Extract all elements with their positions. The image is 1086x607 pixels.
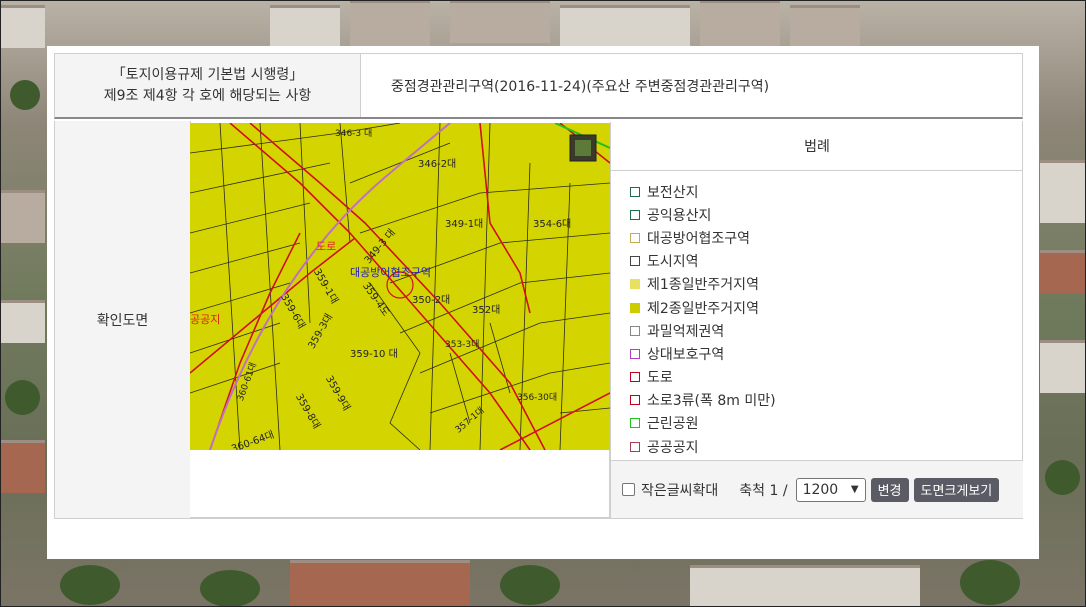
legend-title: 범례 <box>611 122 1023 171</box>
legend-item-label: 소로3류(폭 8m 미만) <box>647 393 776 410</box>
zone-label: 대공방어협조구역 <box>350 266 431 279</box>
regulation-row: 「토지이용규제 기본법 시행령」 제9조 제4항 각 호에 해당되는 사항 중점… <box>54 53 1023 119</box>
legend-swatch <box>630 395 640 406</box>
legend-item: 도시지역 <box>630 250 1023 273</box>
legend-item-label: 대공방어협조구역 <box>647 230 751 247</box>
legend-item-label: 제1종일반주거지역 <box>647 277 759 294</box>
scale-label: 축척 1 / <box>739 482 788 499</box>
legend-swatch <box>630 441 640 452</box>
legend-swatch <box>630 279 640 290</box>
legend-swatch <box>630 325 640 336</box>
legend-list: 보전산지공익용산지대공방어협조구역도시지역제1종일반주거지역제2종일반주거지역과… <box>611 171 1023 458</box>
legend-swatch <box>630 256 640 267</box>
legend-item: 소로3류(폭 8m 미만) <box>630 389 1023 412</box>
road-label: 도로 <box>316 240 337 253</box>
legend-swatch <box>630 186 640 197</box>
legend-item-label: 상대보호구역 <box>647 346 725 363</box>
parcel-label: 356-30대 <box>517 393 558 403</box>
parcel-label: 346-3 대 <box>335 129 373 139</box>
legend-item: 대공방어협조구역 <box>630 226 1023 249</box>
change-scale-button[interactable]: 변경 <box>870 477 909 502</box>
legend-item: 과밀억제권역 <box>630 319 1023 342</box>
chevron-down-icon: ▼ <box>850 484 859 495</box>
legend-controls: 작은글씨확대 축척 1 / 1200 ▼ 변경 도면크게보기 <box>611 460 1023 518</box>
legend-swatch <box>630 372 640 383</box>
scale-select[interactable]: 1200 ▼ <box>795 477 866 502</box>
legend-item-label: 제2종일반주거지역 <box>647 300 759 317</box>
land-use-info-panel: 「토지이용규제 기본법 시행령」 제9조 제4항 각 호에 해당되는 사항 중점… <box>47 46 1039 559</box>
legend-item-label: 공공공지 <box>647 439 699 456</box>
legend-item: 도로 <box>630 366 1023 389</box>
legend-swatch <box>630 302 640 313</box>
regulation-label-line1: 「토지이용규제 기본법 시행령」 <box>111 66 304 83</box>
legend-item-label: 도시지역 <box>647 254 699 271</box>
legend-item-label: 근린공원 <box>647 416 699 433</box>
legend-swatch <box>630 348 640 359</box>
public-land-label: 공공지 <box>190 313 221 326</box>
small-text-zoom-checkbox[interactable] <box>622 483 635 496</box>
regulation-label: 「토지이용규제 기본법 시행령」 제9조 제4항 각 호에 해당되는 사항 <box>55 54 361 117</box>
parcel-label: 349-1대 <box>445 219 484 230</box>
legend-item-label: 도로 <box>647 370 673 387</box>
map-empty-area <box>190 450 610 518</box>
legend-item: 제1종일반주거지역 <box>630 273 1023 296</box>
regulation-label-line2: 제9조 제4항 각 호에 해당되는 사항 <box>103 87 312 104</box>
parcel-label: 354-6대 <box>533 219 572 230</box>
parcel-label: 352대 <box>472 305 501 316</box>
legend-item: 상대보호구역 <box>630 342 1023 365</box>
small-text-zoom-label[interactable]: 작은글씨확대 <box>641 480 718 500</box>
legend-item: 공익용산지 <box>630 203 1023 226</box>
legend-swatch <box>630 232 640 243</box>
enlarge-map-button[interactable]: 도면크게보기 <box>913 477 1000 502</box>
regulation-value: 중점경관관리구역(2016-11-24)(주요산 주변중점경관관리구역) <box>391 78 770 95</box>
legend-item: 제2종일반주거지역 <box>630 296 1023 319</box>
scale-select-value: 1200 <box>802 481 839 498</box>
legend-item: 보전산지 <box>630 180 1023 203</box>
legend-item-label: 공익용산지 <box>647 207 712 224</box>
parcel-label: 359-10 대 <box>350 349 398 360</box>
legend-panel: 범례 보전산지공익용산지대공방어협조구역도시지역제1종일반주거지역제2종일반주거… <box>610 122 1023 519</box>
map-row-label: 확인도면 <box>55 121 191 518</box>
legend-item: 공공공지 <box>630 435 1023 458</box>
legend-item-label: 보전산지 <box>647 184 699 201</box>
legend-swatch <box>630 209 640 220</box>
parcel-label: 346-2대 <box>418 159 457 170</box>
parcel-label: 350-2대 <box>412 295 451 306</box>
parcel-label: 353-3대 <box>445 340 480 350</box>
legend-item: 근린공원 <box>630 412 1023 435</box>
legend-item-label: 과밀억제권역 <box>647 323 725 340</box>
cadastral-map[interactable]: 346-3 대 346-2대 349-1대 354-6대 349-3 대 359… <box>190 123 610 450</box>
legend-swatch <box>630 418 640 429</box>
